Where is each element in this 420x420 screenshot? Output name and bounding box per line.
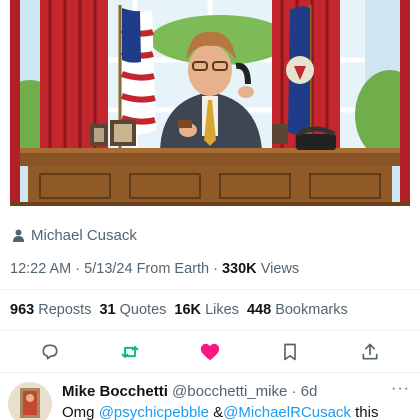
tweet-action-bar: [0, 338, 420, 366]
tweet-stats: 963 Reposts 31 Quotes 16K Likes 448 Book…: [10, 302, 352, 318]
quotes-stat[interactable]: 31 Quotes: [99, 302, 166, 318]
reply-text-prefix: Omg: [62, 404, 95, 420]
reply-handle[interactable]: @bocchetti_mike: [172, 383, 287, 400]
reposts-label: Reposts: [38, 302, 92, 318]
quotes-count: 31: [99, 302, 116, 318]
tweet-meta: 12:22 AM · 5/13/24 From Earth · 330K Vie…: [10, 261, 300, 277]
divider: [0, 330, 420, 331]
bookmarks-stat[interactable]: 448 Bookmarks: [247, 302, 348, 318]
reply-tweet[interactable]: Mike Bocchetti @bocchetti_mike · 6d ··· …: [0, 374, 420, 420]
bookmark-button[interactable]: [278, 340, 302, 364]
views-count: 330K: [221, 261, 257, 277]
avatar[interactable]: [8, 382, 52, 420]
tweet-date[interactable]: 5/13/24: [84, 261, 132, 277]
reply-text-middle: &: [213, 404, 224, 420]
reply-separator: ·: [291, 383, 297, 400]
reply-icon: [42, 344, 58, 360]
reply-text: Omg @psychicpebble &@MichaelRCusack this: [62, 404, 378, 420]
person-icon: [13, 229, 24, 242]
bookmark-icon: [284, 343, 296, 361]
reply-text-suffix: this: [355, 404, 379, 420]
share-button[interactable]: [358, 340, 382, 364]
reply-button[interactable]: [38, 340, 62, 364]
divider: [0, 289, 420, 290]
likes-stat[interactable]: 16K Likes: [174, 302, 239, 318]
bookmarks-label: Bookmarks: [275, 302, 348, 318]
mention-link[interactable]: @MichaelRCusack: [223, 404, 351, 420]
views-label: Views: [260, 261, 300, 277]
avatar-image: [8, 382, 52, 420]
divider: [0, 372, 420, 373]
tweet-media-image[interactable]: [10, 0, 410, 206]
tweet-time[interactable]: 12:22 AM: [10, 261, 71, 277]
tweet-source: From Earth: [136, 261, 210, 277]
media-credit[interactable]: Michael Cusack: [12, 227, 137, 244]
reply-time[interactable]: 6d: [301, 383, 318, 400]
mention-link[interactable]: @psychicpebble: [99, 404, 209, 420]
reply-header: Mike Bocchetti @bocchetti_mike · 6d: [62, 383, 317, 400]
reply-display-name[interactable]: Mike Bocchetti: [62, 383, 168, 400]
share-icon: [362, 343, 378, 360]
heart-filled-icon: [200, 343, 220, 361]
quotes-label: Quotes: [119, 302, 167, 318]
repost-icon: [121, 346, 139, 358]
reposts-stat[interactable]: 963 Reposts: [10, 302, 91, 318]
cartoon-oval-office-scene: [10, 0, 410, 206]
bookmarks-count: 448: [246, 302, 272, 318]
like-button[interactable]: [198, 340, 222, 364]
likes-label: Likes: [205, 302, 239, 318]
reposts-count: 963: [10, 302, 35, 318]
credit-name[interactable]: Michael Cusack: [31, 227, 137, 244]
likes-count: 16K: [174, 302, 202, 318]
repost-button[interactable]: [118, 340, 142, 364]
more-options-icon[interactable]: ···: [391, 380, 410, 398]
